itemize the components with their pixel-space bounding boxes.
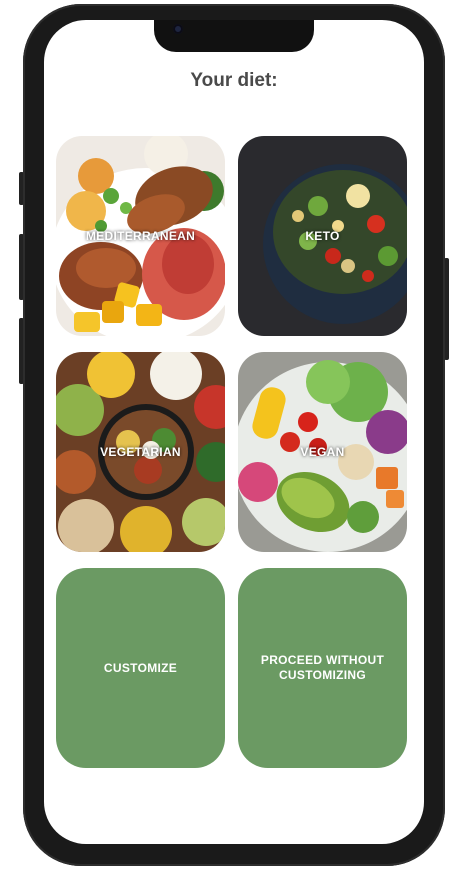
diet-card-vegetarian[interactable]: VEGETARIAN <box>56 352 225 552</box>
diet-label-mediterranean: MEDITERRANEAN <box>85 229 196 243</box>
diet-label-keto: KETO <box>305 229 340 243</box>
page-title: Your diet: <box>190 70 278 91</box>
diet-label-vegetarian: VEGETARIAN <box>100 445 181 459</box>
diet-label-vegan: VEGAN <box>300 445 345 459</box>
camera-icon <box>173 24 183 34</box>
notch <box>154 20 314 52</box>
diet-card-keto[interactable]: KETO <box>238 136 407 336</box>
customize-button[interactable]: CUSTOMIZE <box>56 568 225 768</box>
proceed-button-label: PROCEED WITHOUT CUSTOMIZING <box>260 653 385 682</box>
customize-button-label: CUSTOMIZE <box>103 660 178 675</box>
diet-card-vegan[interactable]: VEGAN <box>238 352 407 552</box>
app-screen: Your diet: MEDITERRANEAN KETO VEGETARIAN… <box>44 20 424 844</box>
proceed-without-customizing-button[interactable]: PROCEED WITHOUT CUSTOMIZING <box>238 568 407 768</box>
diet-card-mediterranean[interactable]: MEDITERRANEAN <box>56 136 225 336</box>
